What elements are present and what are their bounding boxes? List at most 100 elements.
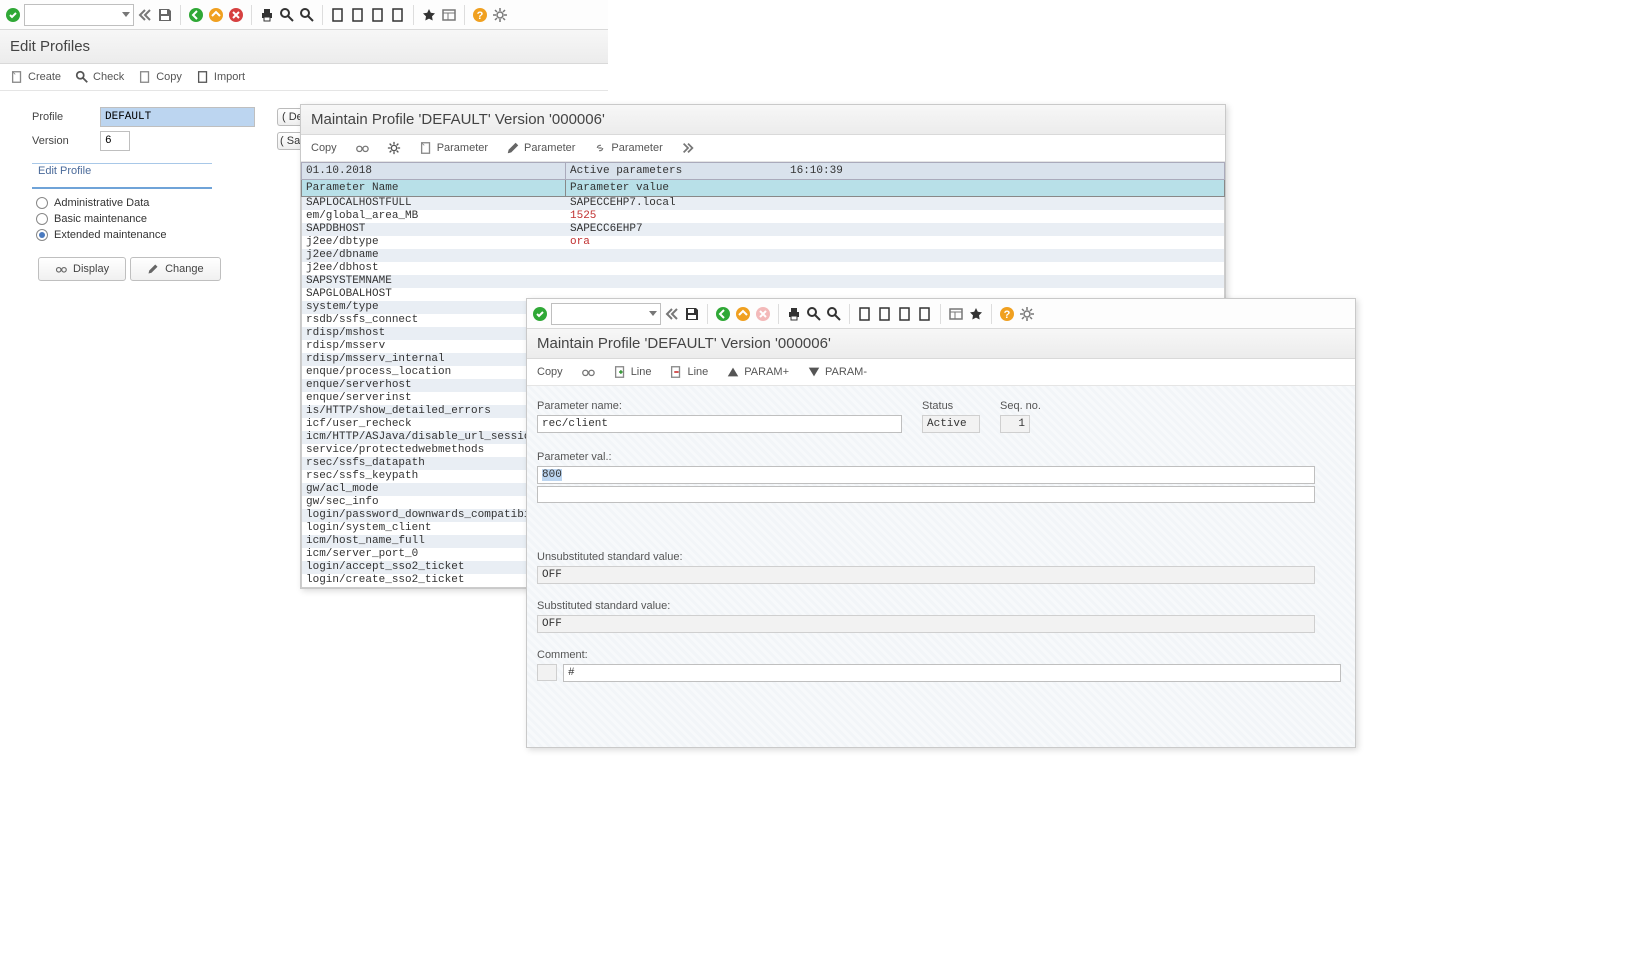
pval-label: Parameter val.: [537,451,1345,463]
line-insert-button[interactable]: Line [613,365,652,379]
param-header-row: 01.10.2018 Active parameters16:10:39 [301,162,1225,180]
param-name-cell: em/global_area_MB [302,210,566,223]
page-title: Edit Profiles [0,30,608,64]
create-button[interactable]: Create [10,70,61,84]
table-row[interactable]: j2ee/dbhost [302,262,1224,275]
cancel-icon[interactable] [227,6,245,24]
lock-icon[interactable] [387,141,401,155]
profile-input[interactable] [100,107,255,127]
save-icon[interactable] [156,6,174,24]
pname-input[interactable]: rec/client [537,415,902,433]
status-label: Status [922,400,980,412]
exit-icon[interactable] [207,6,225,24]
prev-page-icon [349,6,367,24]
print-icon [258,6,276,24]
front-title: Maintain Profile 'DEFAULT' Version '0000… [527,329,1355,359]
prev-page-icon[interactable] [876,305,894,323]
ok-icon[interactable] [531,305,549,323]
radio-ext-maint[interactable]: Extended maintenance [32,227,212,243]
version-label: Version [32,135,92,147]
settings-icon[interactable] [1018,305,1036,323]
pval-input-2[interactable] [537,486,1315,503]
more-icon[interactable] [681,141,695,155]
table-row[interactable]: em/global_area_MB1525 [302,210,1224,223]
find-next-icon [825,305,843,323]
param-name-cell: SAPSYSTEMNAME [302,275,566,288]
edit-profile-group: Edit Profile Administrative Data Basic m… [32,163,212,281]
find-icon [805,305,823,323]
pval-input-1[interactable]: 800 [537,466,1315,484]
param-link-button[interactable]: Parameter [593,141,662,155]
table-row[interactable]: j2ee/dbtypeora [302,236,1224,249]
cancel-icon [754,305,772,323]
table-row[interactable]: SAPSYSTEMNAME [302,275,1224,288]
back-icon[interactable] [187,6,205,24]
table-row[interactable]: SAPDBHOSTSAPECC6EHP7 [302,223,1224,236]
param-name-cell: j2ee/dbtype [302,236,566,249]
unsub-value: OFF [537,566,1315,584]
command-field[interactable] [551,303,661,325]
print-icon [785,305,803,323]
version-input[interactable] [100,131,130,151]
seq-label: Seq. no. [1000,400,1041,412]
next-page-icon[interactable] [896,305,914,323]
help-icon[interactable] [471,6,489,24]
param-value-cell [566,262,1224,275]
copy-button[interactable]: Copy [138,70,182,84]
param-plus-button[interactable]: PARAM+ [726,365,789,379]
first-page-icon[interactable] [856,305,874,323]
radio-basic-maint[interactable]: Basic maintenance [32,211,212,227]
ok-icon[interactable] [4,6,22,24]
glasses-icon[interactable] [581,365,595,379]
front-toolbar [527,299,1355,329]
import-button[interactable]: Import [196,70,245,84]
param-edit-button[interactable]: Parameter [506,141,575,155]
new-session-icon[interactable] [947,305,965,323]
table-row[interactable]: j2ee/dbname [302,249,1224,262]
column-headers: Parameter Name Parameter value [301,180,1225,197]
comment-input[interactable]: # [563,664,1341,682]
glasses-icon[interactable] [355,141,369,155]
comment-label: Comment: [537,649,1345,661]
param-minus-button[interactable]: PARAM- [807,365,867,379]
comment-prefix [537,664,557,681]
param-name-cell: j2ee/dbname [302,249,566,262]
layout-icon[interactable] [967,305,985,323]
nav-back-all-icon[interactable] [663,305,681,323]
new-session-icon[interactable] [420,6,438,24]
seq-value: 1 [1000,415,1030,433]
next-page-icon [369,6,387,24]
help-icon[interactable] [998,305,1016,323]
first-page-icon [329,6,347,24]
last-page-icon [389,6,407,24]
param-name-cell: SAPLOCALHOSTFULL [302,197,566,210]
sub-value: OFF [537,615,1315,633]
param-value-cell: SAPECC6EHP7 [566,223,1224,236]
mid-copy-button[interactable]: Copy [311,142,337,154]
nav-back-all-icon[interactable] [136,6,154,24]
param-name-cell: j2ee/dbhost [302,262,566,275]
check-button[interactable]: Check [75,70,124,84]
main-toolbar [0,0,608,30]
find-icon [278,6,296,24]
param-value-cell: SAPECCEHP7.local [566,197,1224,210]
table-row[interactable]: SAPLOCALHOSTFULLSAPECCEHP7.local [302,197,1224,210]
pname-label: Parameter name: [537,400,902,412]
back-icon[interactable] [714,305,732,323]
group-legend: Edit Profile [34,165,95,177]
exit-icon[interactable] [734,305,752,323]
change-button[interactable]: Change [130,257,221,281]
unsub-label: Unsubstituted standard value: [537,551,1345,563]
settings-icon[interactable] [491,6,509,24]
param-new-button[interactable]: Parameter [419,141,488,155]
last-page-icon[interactable] [916,305,934,323]
param-name-cell: SAPDBHOST [302,223,566,236]
front-action-bar: Copy Line Line PARAM+ PARAM- [527,359,1355,386]
radio-admin-data[interactable]: Administrative Data [32,195,212,211]
display-button[interactable]: Display [38,257,126,281]
line-delete-button[interactable]: Line [669,365,708,379]
front-copy-button[interactable]: Copy [537,366,563,378]
mid-action-bar: Copy Parameter Parameter Parameter [301,135,1225,162]
command-field[interactable] [24,4,134,26]
layout-icon[interactable] [440,6,458,24]
